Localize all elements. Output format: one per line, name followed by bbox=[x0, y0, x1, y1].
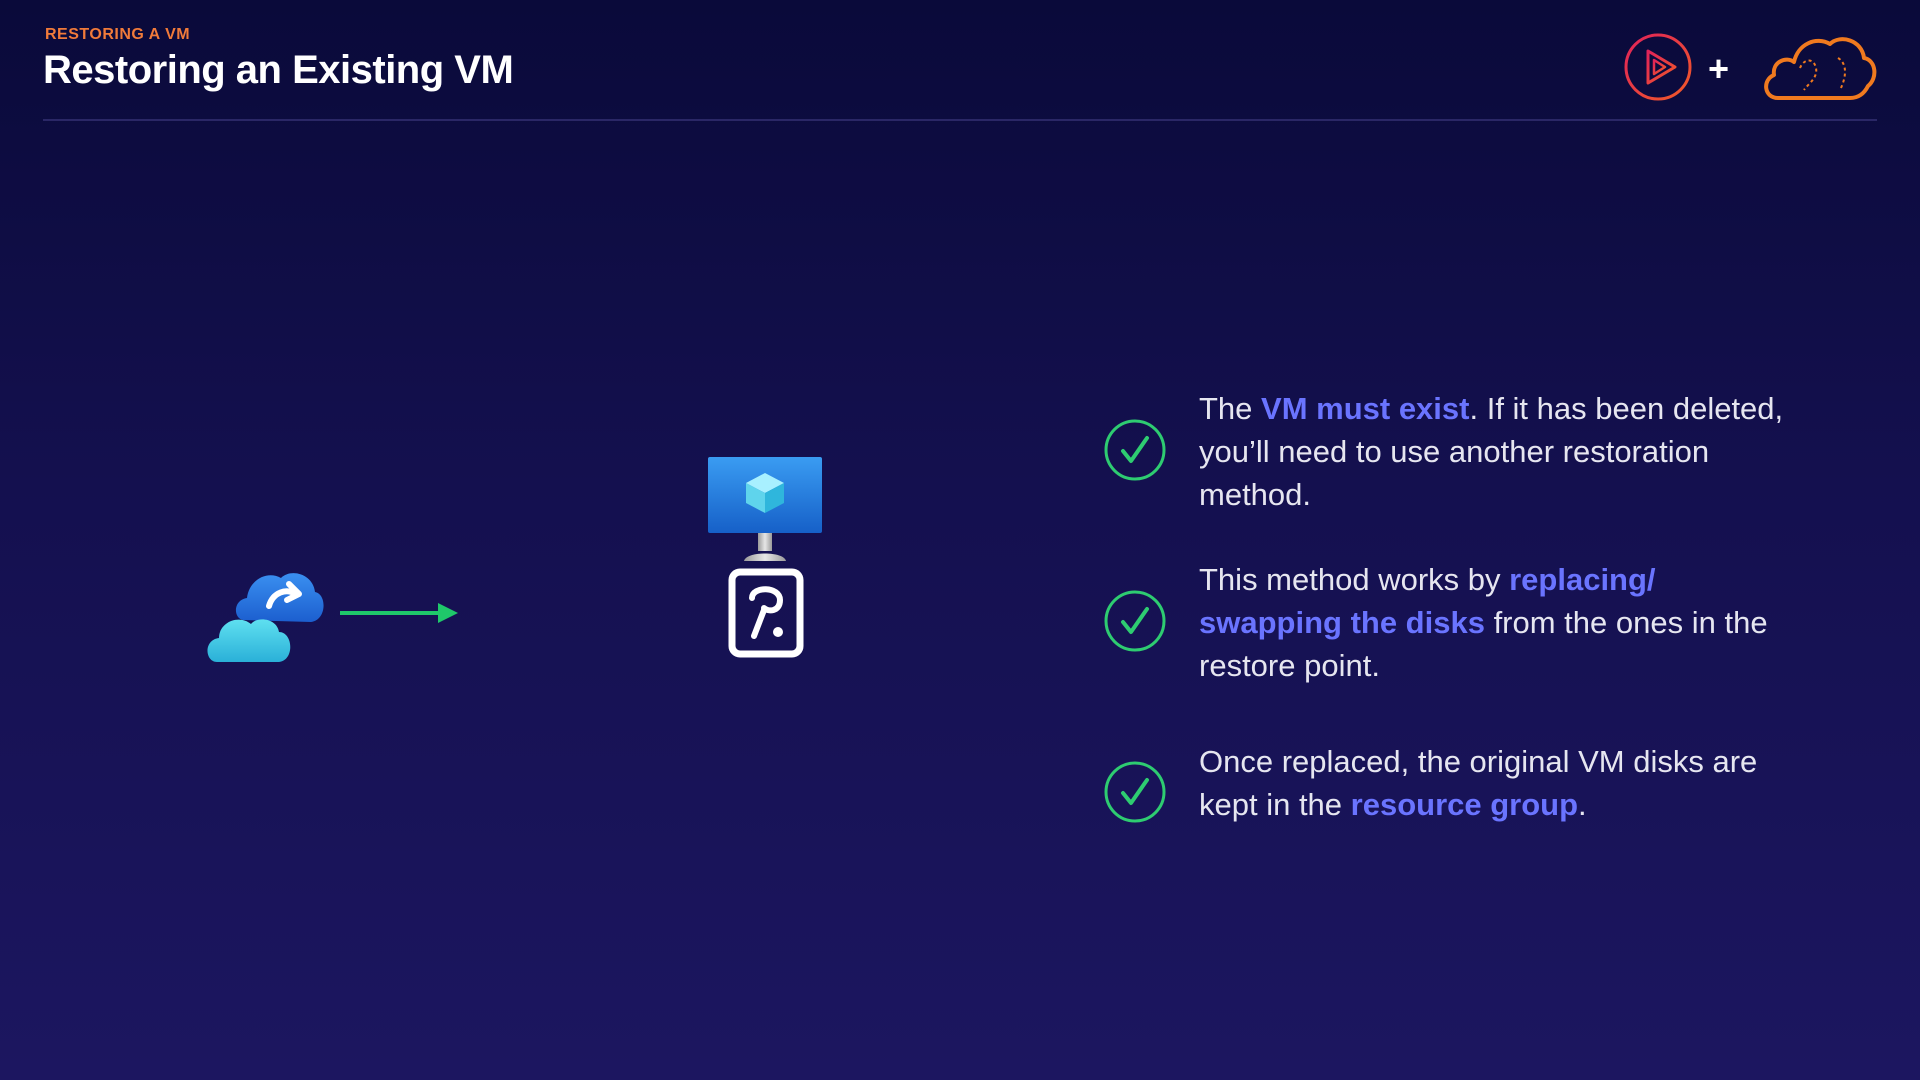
bullet-text-part: This method works by bbox=[1199, 562, 1510, 597]
bullet-text-part: . bbox=[1578, 787, 1587, 822]
bullet-text: Once replaced, the original VM disks are… bbox=[1199, 740, 1799, 826]
eyebrow-label: RESTORING A VM bbox=[45, 26, 191, 43]
bullet-text: The VM must exist. If it has been delete… bbox=[1199, 387, 1799, 516]
virtual-machine-icon bbox=[708, 457, 822, 561]
bullet-highlight: resource group bbox=[1350, 787, 1579, 822]
plus-sign: + bbox=[1708, 48, 1730, 89]
cloud-logo-icon bbox=[1764, 37, 1877, 100]
bullet-text-part: The bbox=[1199, 391, 1262, 426]
bullet-highlight: VM must exist bbox=[1261, 391, 1470, 426]
check-circle-icon bbox=[1104, 590, 1166, 652]
brand-logos: + bbox=[1620, 28, 1880, 108]
header-divider bbox=[43, 119, 1877, 121]
play-logo-icon bbox=[1624, 33, 1692, 101]
disk-icon bbox=[728, 568, 804, 658]
bullet-text: This method works by replacing/ swapping… bbox=[1199, 558, 1799, 687]
arrow-right-icon bbox=[340, 603, 458, 623]
cloud-restore-icon bbox=[207, 573, 324, 662]
check-circle-icon bbox=[1104, 419, 1166, 481]
check-circle-icon bbox=[1104, 761, 1166, 823]
page-title: Restoring an Existing VM bbox=[43, 48, 514, 92]
